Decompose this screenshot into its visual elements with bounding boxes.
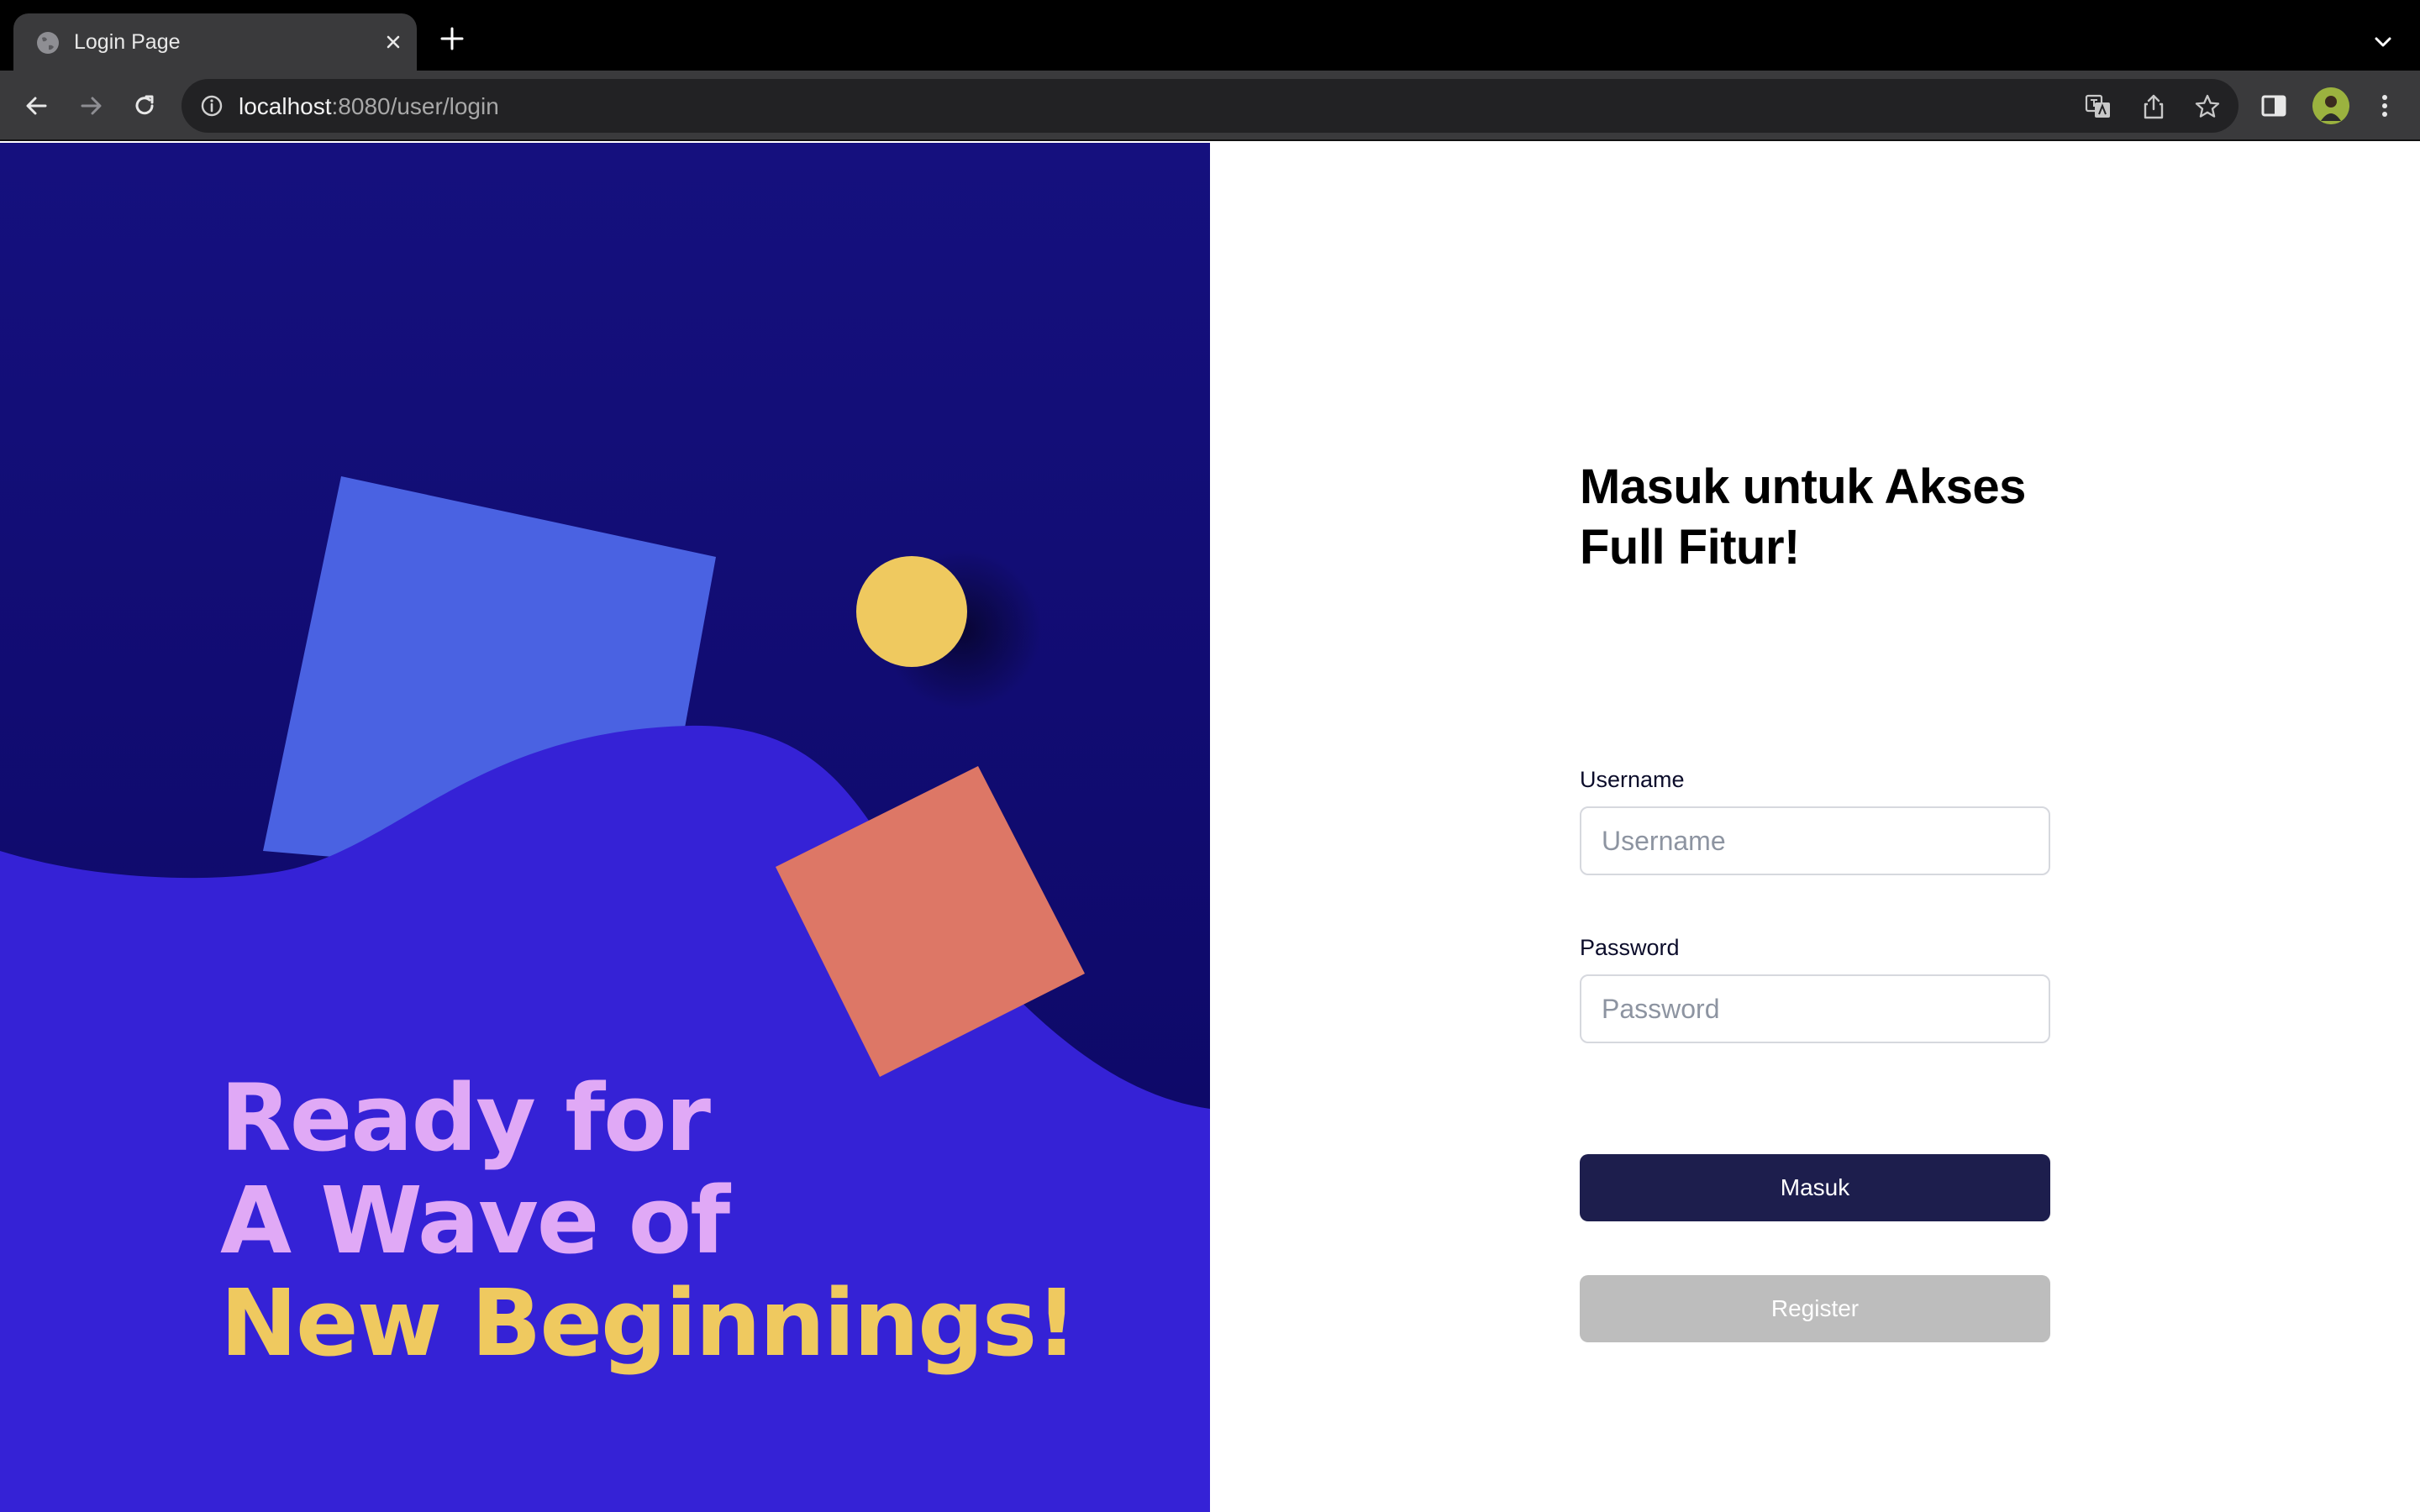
hero-headline: Ready for A Wave of New Beginnings! <box>220 1064 1077 1377</box>
browser-tab[interactable]: Login Page <box>13 13 417 71</box>
close-icon[interactable] <box>380 29 407 55</box>
chevron-down-icon[interactable] <box>2370 29 2396 55</box>
url-path: :8080/user/login <box>331 93 499 119</box>
register-button[interactable]: Register <box>1580 1275 2050 1342</box>
login-title-line-2: Full Fitur! <box>1580 520 1800 575</box>
profile-picture-icon <box>2312 87 2349 124</box>
plus-icon[interactable] <box>437 24 467 54</box>
browser-tab-bar: Login Page <box>0 0 2420 71</box>
login-title: Masuk untuk Akses Full Fitur! <box>1580 457 2050 578</box>
tab-title: Login Page <box>74 30 181 54</box>
login-panel: Masuk untuk Akses Full Fitur! Username P… <box>1210 143 2420 1512</box>
login-title-line-1: Masuk untuk Akses <box>1580 459 2026 514</box>
browser-toolbar: localhost:8080/user/login <box>0 71 2420 141</box>
username-input[interactable] <box>1580 806 2050 875</box>
page-content: Ready for A Wave of New Beginnings! Masu… <box>0 143 2420 1512</box>
arrow-right-icon[interactable] <box>72 87 109 124</box>
hero-line-1: Ready for <box>220 1064 711 1172</box>
password-label: Password <box>1580 935 1680 960</box>
kebab-menu-icon[interactable] <box>2368 89 2402 123</box>
hero-line-3: New Beginnings! <box>220 1269 1077 1377</box>
arrow-left-icon[interactable] <box>18 87 55 124</box>
hero-illustration: Ready for A Wave of New Beginnings! <box>0 143 1210 1512</box>
url-host: localhost <box>239 93 332 119</box>
sun-circle <box>856 556 967 667</box>
translate-icon[interactable] <box>2084 92 2112 121</box>
hero-line-2: A Wave of <box>220 1167 730 1274</box>
password-input[interactable] <box>1580 974 2050 1043</box>
login-button[interactable]: Masuk <box>1580 1154 2050 1221</box>
url-text: localhost:8080/user/login <box>239 93 499 120</box>
star-icon[interactable] <box>2193 92 2222 121</box>
username-label: Username <box>1580 767 1685 792</box>
avatar[interactable] <box>2312 87 2349 124</box>
side-panel-icon[interactable] <box>2257 89 2291 123</box>
login-form: Masuk untuk Akses Full Fitur! Username P… <box>1580 457 2050 1342</box>
reload-icon[interactable] <box>126 87 163 124</box>
info-icon[interactable] <box>198 92 225 119</box>
address-bar[interactable]: localhost:8080/user/login <box>182 79 2238 133</box>
share-icon[interactable] <box>2139 92 2168 121</box>
globe-icon <box>37 32 59 54</box>
